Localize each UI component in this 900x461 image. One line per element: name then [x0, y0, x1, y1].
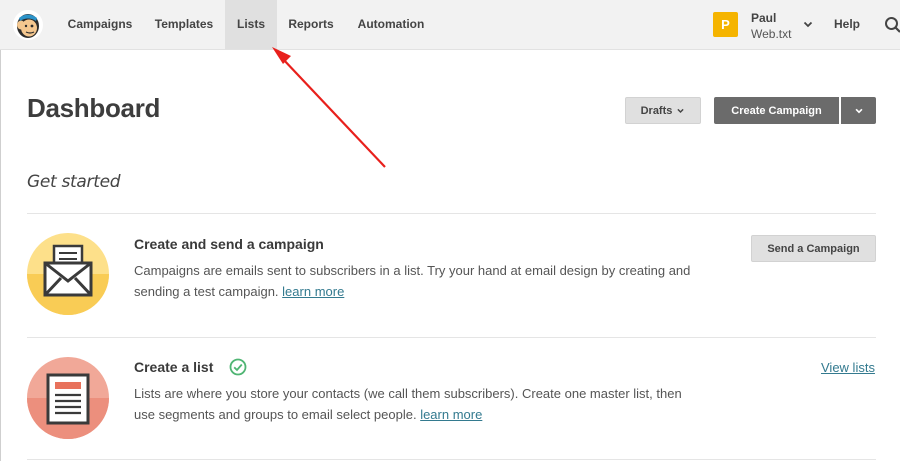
create-campaign-dropdown-toggle[interactable] [841, 97, 876, 124]
mailchimp-logo-icon[interactable] [12, 9, 44, 41]
chevron-down-icon [854, 108, 863, 113]
user-name[interactable]: Paul [751, 11, 776, 25]
nav-help[interactable]: Help [834, 0, 860, 49]
page-left-border [0, 0, 1, 461]
send-a-campaign-button[interactable]: Send a Campaign [751, 235, 876, 262]
check-circle-icon [229, 358, 247, 376]
learn-more-link[interactable]: learn more [420, 407, 482, 422]
chevron-down-icon [677, 108, 685, 114]
card-title-create-campaign: Create and send a campaign [134, 236, 324, 252]
nav-campaigns[interactable]: Campaigns [57, 0, 143, 49]
card-description-text: Campaigns are emails sent to subscribers… [134, 263, 691, 299]
user-organization[interactable]: Web.txt [751, 27, 791, 41]
drafts-dropdown-button[interactable]: Drafts [625, 97, 701, 124]
divider [27, 213, 876, 214]
nav-reports[interactable]: Reports [277, 0, 345, 49]
get-started-heading: Get started [27, 172, 121, 192]
drafts-button-label: Drafts [640, 104, 673, 117]
view-lists-link[interactable]: View lists [821, 360, 875, 375]
nav-lists[interactable]: Lists [225, 0, 277, 49]
card-title-create-list: Create a list [134, 359, 214, 375]
divider [27, 337, 876, 338]
card-description-create-list: Lists are where you store your contacts … [134, 383, 694, 425]
search-icon[interactable] [884, 16, 900, 34]
card-description-text: Lists are where you store your contacts … [134, 386, 682, 422]
chevron-down-icon[interactable] [802, 18, 814, 30]
user-avatar[interactable]: P [713, 12, 738, 37]
learn-more-link[interactable]: learn more [282, 284, 344, 299]
page-title: Dashboard [27, 93, 161, 123]
nav-templates[interactable]: Templates [143, 0, 225, 49]
nav-automation[interactable]: Automation [345, 0, 437, 49]
list-document-icon [27, 357, 109, 439]
create-campaign-label: Create Campaign [731, 104, 822, 117]
top-navigation-bar: Campaigns Templates Lists Reports Automa… [0, 0, 900, 50]
create-campaign-button[interactable]: Create Campaign [714, 97, 839, 124]
send-a-campaign-label: Send a Campaign [767, 242, 860, 255]
envelope-icon [27, 233, 109, 315]
card-description-create-campaign: Campaigns are emails sent to subscribers… [134, 260, 694, 302]
divider [27, 459, 876, 460]
